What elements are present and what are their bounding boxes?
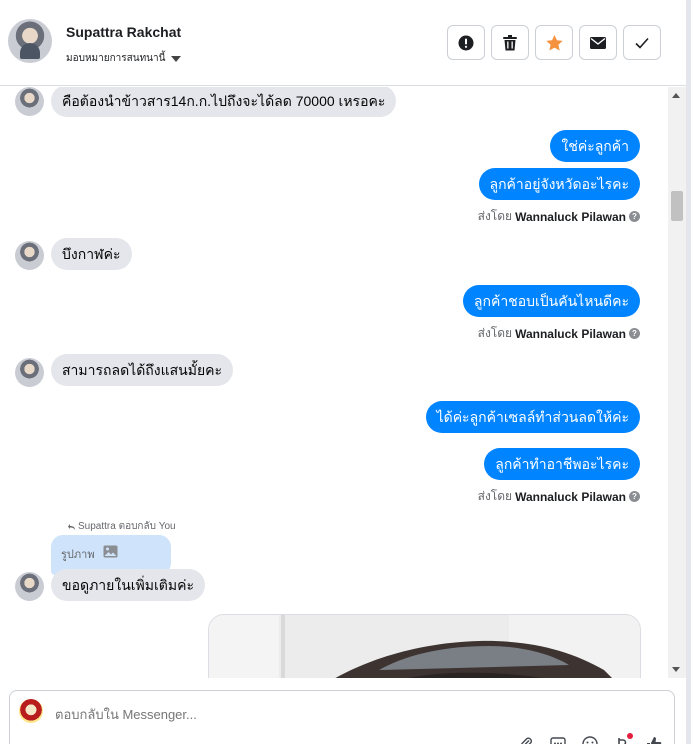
image-icon: [103, 545, 118, 558]
email-button[interactable]: [579, 25, 617, 60]
reply-input[interactable]: [55, 707, 615, 722]
delete-button[interactable]: [491, 25, 529, 60]
caret-down-icon: [171, 55, 182, 62]
scrollbar-thumb[interactable]: [671, 191, 683, 221]
thumbs-up-icon: [647, 737, 662, 744]
sent-by-prefix: ส่งโดย: [477, 209, 513, 223]
contact-avatar[interactable]: [8, 19, 52, 63]
message-incoming[interactable]: คือต้องนำข้าวสาร14ก.ก.ไปถึงจะได้ลด 70000…: [51, 87, 397, 117]
message-composer: [9, 690, 675, 744]
exclamation-icon: [458, 35, 474, 50]
message-incoming[interactable]: สามารถลดได้ถึงแสนมั้ยคะ: [51, 354, 234, 386]
car-photo-attachment[interactable]: [208, 614, 641, 678]
reply-label: รูปภาพ: [61, 549, 95, 561]
page-avatar: [19, 699, 43, 723]
sent-by-agent[interactable]: Wannaluck Pilawan: [515, 490, 626, 504]
star-button[interactable]: [535, 25, 573, 60]
contact-avatar-small: [15, 358, 44, 387]
composer-tools: [517, 733, 663, 744]
message-incoming[interactable]: ขอดูภายในเพิ่มเติมค่ะ: [51, 569, 206, 601]
notification-dot: [627, 733, 633, 739]
page-scrollbar[interactable]: [686, 0, 691, 744]
emoji-button[interactable]: [581, 735, 599, 744]
star-icon: [545, 34, 563, 51]
message-incoming[interactable]: บึงกาฬค่ะ: [51, 238, 132, 270]
sent-by-agent[interactable]: Wannaluck Pilawan: [515, 327, 626, 341]
help-icon[interactable]: ?: [629, 211, 640, 222]
paperclip-icon: [521, 737, 532, 744]
message-outgoing[interactable]: ใช่ค่ะลูกค้า: [550, 130, 640, 162]
contact-avatar-small: [15, 572, 44, 601]
sent-by-prefix: ส่งโดย: [477, 326, 513, 340]
chat-scrollbar[interactable]: [668, 87, 686, 678]
sent-by-label: ส่งโดย Wannaluck Pilawan ?: [478, 207, 640, 226]
assign-label: มอบหมายการสนทนานี้: [66, 53, 166, 64]
saved-replies-button[interactable]: [549, 735, 567, 744]
sent-by-label: ส่งโดย Wannaluck Pilawan ?: [478, 324, 640, 343]
reply-arrow-icon: [68, 523, 75, 530]
contact-name[interactable]: Supattra Rakchat: [66, 24, 181, 40]
payment-button[interactable]: [613, 733, 633, 744]
contact-avatar-small: [15, 241, 44, 270]
trash-icon: [503, 34, 517, 50]
sent-by-agent[interactable]: Wannaluck Pilawan: [515, 210, 626, 224]
envelope-icon: [590, 36, 606, 49]
contact-avatar-small: [15, 87, 44, 116]
message-thread[interactable]: คือต้องนำข้าวสาร14ก.ก.ไปถึงจะได้ลด 70000…: [0, 87, 686, 678]
scroll-up-arrow-icon[interactable]: [672, 93, 680, 98]
done-button[interactable]: [623, 25, 661, 60]
conversation-header: Supattra Rakchat มอบหมายการสนทนานี้: [0, 0, 686, 86]
message-outgoing[interactable]: ลูกค้าอยู่จังหวัดอะไรคะ: [478, 168, 640, 200]
car-photo: [209, 615, 640, 678]
scroll-down-arrow-icon[interactable]: [672, 667, 680, 672]
help-icon[interactable]: ?: [629, 491, 640, 502]
header-actions: [447, 25, 661, 60]
mark-spam-button[interactable]: [447, 25, 485, 60]
attach-button[interactable]: [517, 735, 535, 744]
sent-by-label: ส่งโดย Wannaluck Pilawan ?: [478, 487, 640, 506]
smiley-icon: [582, 736, 598, 744]
message-outgoing[interactable]: ลูกค้าชอบเป็นคันไหนดีคะ: [462, 285, 640, 317]
assign-conversation-dropdown[interactable]: มอบหมายการสนทนานี้: [66, 51, 182, 66]
reply-note: Supattra ตอบกลับ You: [68, 519, 176, 534]
help-icon[interactable]: ?: [629, 328, 640, 339]
check-icon: [635, 37, 649, 49]
like-button[interactable]: [645, 735, 663, 744]
message-dots-icon: [550, 737, 566, 744]
message-outgoing[interactable]: ลูกค้าทำอาชีพอะไรคะ: [484, 448, 640, 480]
sent-by-prefix: ส่งโดย: [477, 489, 513, 503]
reply-note-text: Supattra ตอบกลับ You: [78, 521, 176, 532]
message-outgoing[interactable]: ได้ค่ะลูกค้าเซลล์ทำส่วนลดให้ค่ะ: [425, 401, 640, 433]
